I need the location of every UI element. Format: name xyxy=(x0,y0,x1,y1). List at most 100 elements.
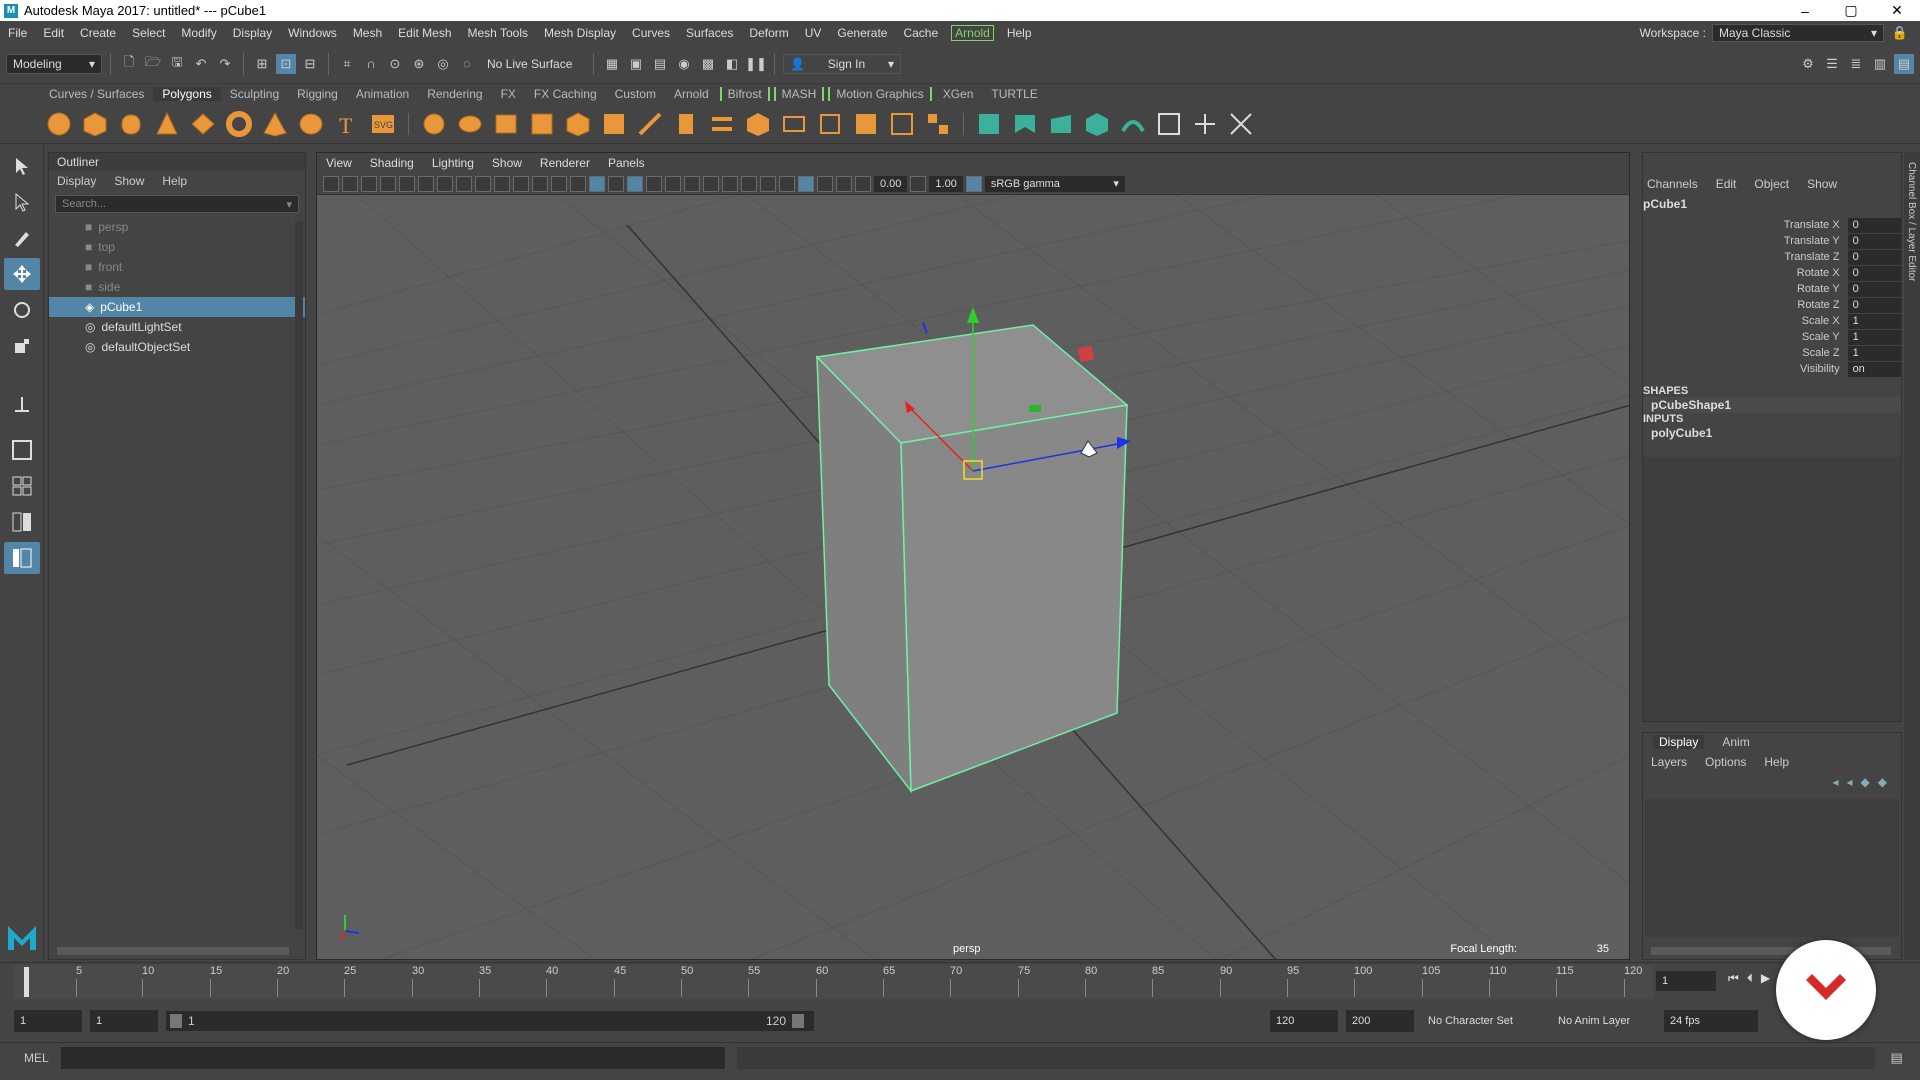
mirror-icon[interactable] xyxy=(491,109,521,139)
planar-map-icon[interactable] xyxy=(1010,109,1040,139)
uv-editor-icon[interactable] xyxy=(974,109,1004,139)
menu-create[interactable]: Create xyxy=(72,26,124,40)
select-hierarchy-icon[interactable]: ⊞ xyxy=(252,54,272,74)
menu-arnold[interactable]: Arnold xyxy=(951,24,994,41)
smooth-icon[interactable] xyxy=(527,109,557,139)
shelf-tab-polygons[interactable]: Polygons xyxy=(153,87,221,101)
color-management-icon[interactable] xyxy=(965,175,982,192)
default-material-icon[interactable] xyxy=(608,175,624,192)
four-view-icon[interactable] xyxy=(4,470,40,502)
go-to-start-icon[interactable]: ⏮ xyxy=(1728,971,1739,986)
range-handle-icon[interactable] xyxy=(792,1014,804,1028)
gamma-field[interactable]: 1.00 xyxy=(929,175,963,192)
shelf-tab-motion-graphics[interactable]: Motion Graphics xyxy=(828,87,932,101)
anim-layer-dropdown[interactable]: No Anim Layer xyxy=(1552,1010,1656,1032)
menu-set-dropdown[interactable]: Modeling ▾ xyxy=(6,53,102,74)
fps-dropdown[interactable]: 24 fps xyxy=(1664,1010,1758,1032)
outliner-menu-display[interactable]: Display xyxy=(57,174,96,188)
minimize-button[interactable]: – xyxy=(1782,3,1828,19)
channel-box-icon[interactable]: ▥ xyxy=(1870,54,1890,74)
anim-end-field[interactable]: 200 xyxy=(1346,1010,1414,1032)
attr-value[interactable]: 0 xyxy=(1847,281,1901,297)
menu-file[interactable]: File xyxy=(0,26,35,40)
outliner-menu-help[interactable]: Help xyxy=(162,174,187,188)
menu-mesh-tools[interactable]: Mesh Tools xyxy=(460,26,536,40)
attr-visibility[interactable]: Visibility on xyxy=(1643,361,1901,377)
grid-icon[interactable] xyxy=(437,175,453,192)
range-handle-icon[interactable] xyxy=(170,1014,182,1028)
attr-rotate-x[interactable]: Rotate X 0 xyxy=(1643,265,1901,281)
select-component-icon[interactable]: ⊟ xyxy=(300,54,320,74)
snap-point-icon[interactable]: ⊙ xyxy=(385,54,405,74)
layer-menu-layers[interactable]: Layers xyxy=(1651,755,1687,769)
shelf-tab-arnold[interactable]: Arnold xyxy=(665,87,718,101)
hypershade-icon[interactable]: ▩ xyxy=(698,54,718,74)
playback-start-field[interactable]: 1 xyxy=(90,1010,158,1032)
field-chart-icon[interactable] xyxy=(513,175,529,192)
smooth-shade-icon[interactable] xyxy=(589,175,605,192)
poly-text-icon[interactable]: T xyxy=(332,109,362,139)
svg-icon[interactable]: SVG xyxy=(368,109,398,139)
paint-select-tool-icon[interactable] xyxy=(4,222,40,254)
current-time-marker[interactable] xyxy=(24,967,29,997)
scene-canvas[interactable] xyxy=(317,195,1630,960)
spherical-map-icon[interactable] xyxy=(1082,109,1112,139)
render-frame-icon[interactable]: ▣ xyxy=(626,54,646,74)
modeling-toolkit-icon[interactable]: ⚙ xyxy=(1798,54,1818,74)
shelf-tab-rendering[interactable]: Rendering xyxy=(418,87,491,101)
target-weld-icon[interactable] xyxy=(743,109,773,139)
menu-deform[interactable]: Deform xyxy=(741,26,796,40)
step-back-icon[interactable]: ⏴ xyxy=(1747,971,1753,986)
layer-tab-anim[interactable]: Anim xyxy=(1722,735,1749,749)
depth-of-field-icon[interactable] xyxy=(836,175,852,192)
outliner-item-side[interactable]: ■ side xyxy=(49,277,305,297)
outliner-item-defaultlightset[interactable]: ◎ defaultLightSet xyxy=(49,317,305,337)
poly-torus-icon[interactable] xyxy=(224,109,254,139)
poly-sphere-icon[interactable] xyxy=(44,109,74,139)
poly-plane-icon[interactable] xyxy=(188,109,218,139)
character-set-dropdown[interactable]: No Character Set xyxy=(1422,1010,1544,1032)
select-object-icon[interactable]: ⊡ xyxy=(276,53,296,74)
quadrangulate-icon[interactable] xyxy=(923,109,953,139)
gamma-icon[interactable] xyxy=(910,175,927,192)
attribute-editor-icon[interactable]: ☰ xyxy=(1822,54,1842,74)
menu-edit[interactable]: Edit xyxy=(35,26,72,40)
cut-uv-icon[interactable] xyxy=(1226,109,1256,139)
viewport-menu-show[interactable]: Show xyxy=(483,156,531,170)
shape-node[interactable]: pCubeShape1 xyxy=(1643,397,1901,413)
attr-value[interactable]: on xyxy=(1847,361,1901,377)
camera-attributes-icon[interactable] xyxy=(342,175,358,192)
shelf-tab-turtle[interactable]: TURTLE xyxy=(982,87,1046,101)
attr-value[interactable]: 0 xyxy=(1847,233,1901,249)
textured-icon[interactable] xyxy=(646,175,662,192)
persp-viewport[interactable]: View Shading Lighting Show Renderer Pane… xyxy=(316,152,1630,960)
channel-menu-channels[interactable]: Channels xyxy=(1647,177,1698,191)
play-forward-icon[interactable]: ▶ xyxy=(1761,971,1770,986)
outliner-item-defaultobjectset[interactable]: ◎ defaultObjectSet xyxy=(49,337,305,357)
pause-icon[interactable]: ❚❚ xyxy=(745,54,767,74)
snap-surface-icon[interactable]: ◎ xyxy=(433,54,453,74)
xray-icon[interactable] xyxy=(722,175,738,192)
range-slider[interactable]: 1 120 xyxy=(166,1011,814,1031)
layer-menu-help[interactable]: Help xyxy=(1764,755,1789,769)
channel-menu-edit[interactable]: Edit xyxy=(1716,177,1737,191)
shelf-tab-curves-surfaces[interactable]: Curves / Surfaces xyxy=(40,87,153,101)
menu-help[interactable]: Help xyxy=(999,26,1040,40)
attr-scale-x[interactable]: Scale X 1 xyxy=(1643,313,1901,329)
color-space-dropdown[interactable]: sRGB gamma ▾ xyxy=(984,175,1125,192)
shelf-tab-bifrost[interactable]: Bifrost xyxy=(719,87,770,101)
menu-surfaces[interactable]: Surfaces xyxy=(678,26,741,40)
gate-mask-icon[interactable] xyxy=(494,175,510,192)
time-slider[interactable]: 5 10 15 20 25 30 35 40 45 50 55 60 65 70… xyxy=(0,962,1920,1000)
render-settings-icon[interactable]: ▦ xyxy=(602,54,622,74)
command-input[interactable] xyxy=(60,1046,725,1069)
shelf-tab-custom[interactable]: Custom xyxy=(606,87,665,101)
snap-view-icon[interactable]: ⊛ xyxy=(409,54,429,74)
menu-generate[interactable]: Generate xyxy=(829,26,895,40)
append-icon[interactable] xyxy=(671,109,701,139)
viewport-menu-shading[interactable]: Shading xyxy=(361,156,423,170)
attr-value[interactable]: 0 xyxy=(1847,217,1901,233)
layer-tab-display[interactable]: Display xyxy=(1653,735,1705,749)
unfold-icon[interactable] xyxy=(1154,109,1184,139)
lasso-tool-icon[interactable] xyxy=(4,186,40,218)
